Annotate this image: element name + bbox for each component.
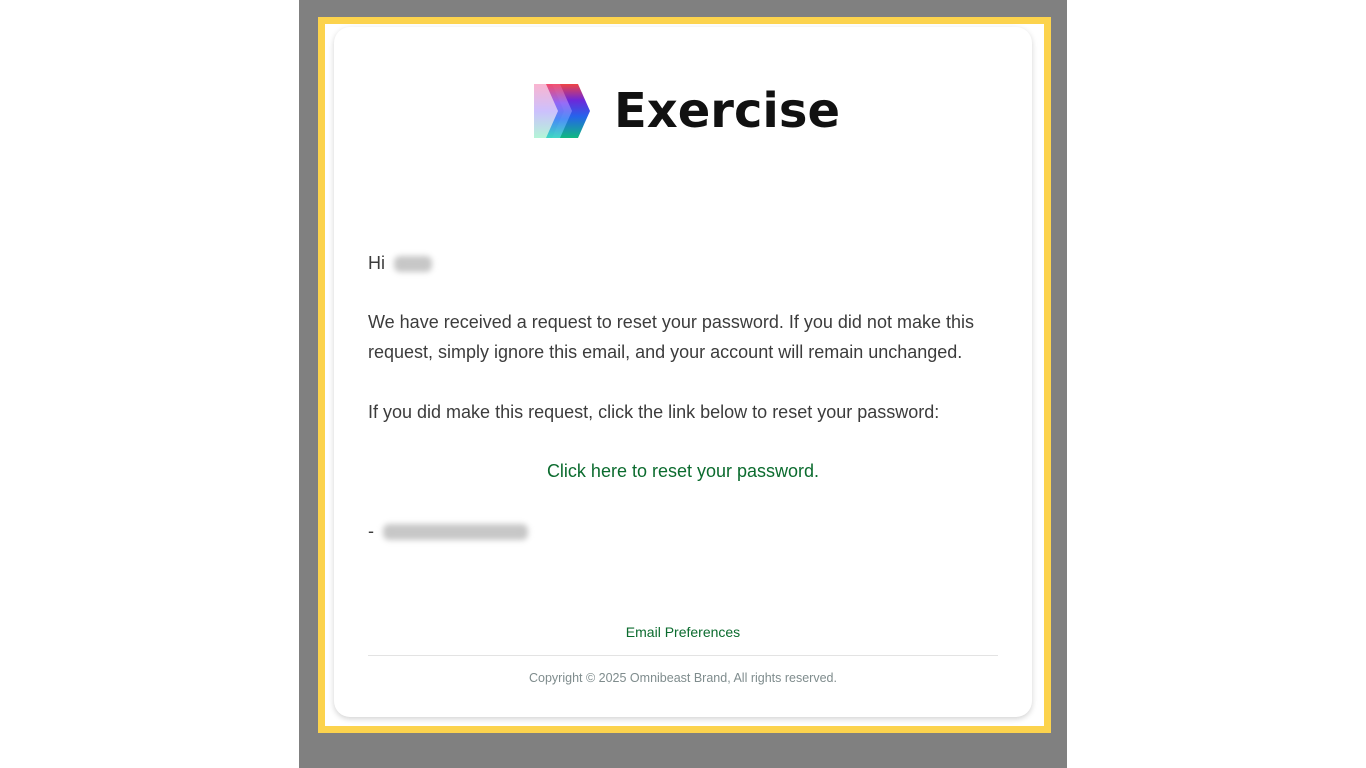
signoff-dash: -: [368, 521, 374, 541]
chevron-stack-logo-icon: [532, 82, 590, 140]
reset-instruction-paragraph: If you did make this request, click the …: [368, 402, 940, 422]
reset-request-paragraph: We have received a request to reset your…: [368, 312, 974, 362]
page: Exercise Hi We have received a request t…: [0, 0, 1366, 768]
redacted-signoff-brand: [383, 524, 529, 541]
greeting-line: Hi: [368, 248, 1008, 278]
brand-wordmark: Exercise: [614, 83, 841, 139]
email-card: Exercise Hi We have received a request t…: [334, 27, 1032, 717]
footer-divider: [368, 655, 998, 656]
brand-logo: Exercise: [532, 81, 840, 141]
email-preferences-link[interactable]: Email Preferences: [626, 624, 740, 640]
copyright-text: Copyright © 2025 Omnibeast Brand, All ri…: [529, 671, 837, 685]
redacted-recipient-name: [394, 256, 433, 273]
reset-password-link[interactable]: Click here to reset your password.: [547, 461, 819, 481]
email-preferences-container: Email Preferences: [368, 622, 998, 642]
greeting-text: Hi: [368, 253, 385, 273]
reset-link-container: Click here to reset your password.: [368, 456, 998, 486]
signoff-line: -: [368, 516, 1008, 546]
